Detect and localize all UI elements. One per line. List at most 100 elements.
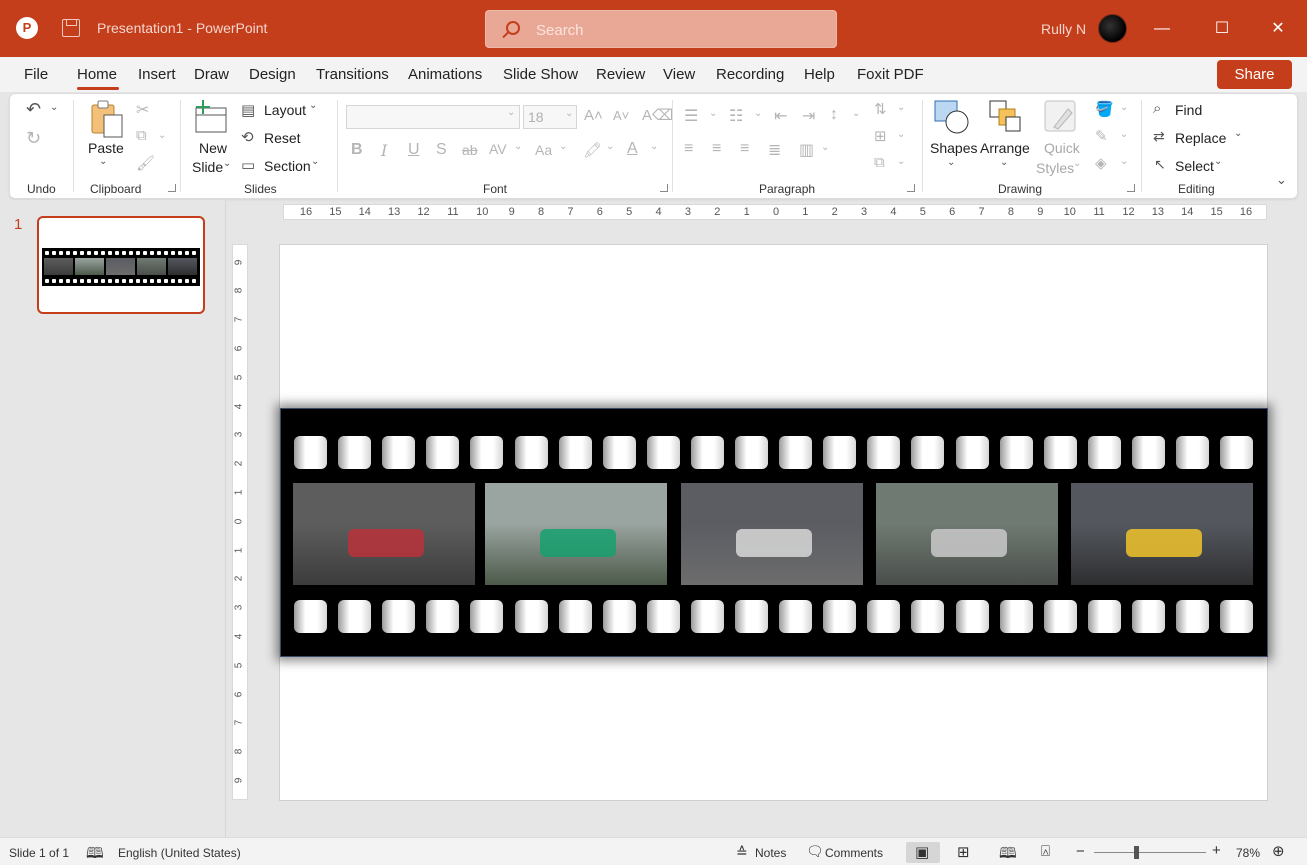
select-cursor-icon[interactable]: ↖ [1154,156,1166,173]
font-launcher-icon[interactable] [660,184,668,192]
select-dropdown-icon[interactable]: ⌄ [1214,156,1222,167]
character-spacing-icon[interactable]: AV [489,141,507,157]
user-name[interactable]: Rully N [1041,21,1086,37]
undo-dropdown-icon[interactable]: ⌄ [50,102,58,113]
shape-fill-dropdown-icon[interactable]: ⌄ [1120,102,1128,113]
copy-icon[interactable]: ⧉ [136,127,147,144]
undo-icon[interactable]: ↶ [26,99,41,120]
shape-fill-icon[interactable]: 🪣 [1095,100,1114,118]
section-icon[interactable]: ▭ [241,156,255,174]
align-text-icon[interactable]: ⊞ [874,127,887,145]
reset-icon[interactable]: ⟲ [241,128,254,146]
shape-effects-icon[interactable]: ◈ [1095,154,1107,172]
filmstrip-picture[interactable] [280,408,1268,657]
arrange-dropdown-icon[interactable]: ⌄ [1000,157,1008,168]
clear-formatting-icon[interactable]: A⌫ [642,106,673,124]
find-icon[interactable]: ⌕ [1153,100,1161,117]
search-input[interactable] [536,19,816,41]
layout-dropdown-icon[interactable]: ⌄ [309,100,317,111]
minimize-button[interactable]: — [1139,14,1185,44]
font-name-dropdown-icon[interactable]: ⌄ [507,107,515,118]
zoom-in-icon[interactable]: + [1212,842,1221,859]
collapse-ribbon-icon[interactable]: ⌄ [1276,172,1287,188]
layout-icon[interactable]: ▤ [241,101,255,119]
justify-icon[interactable]: ≣ [768,140,781,160]
shape-outline-dropdown-icon[interactable]: ⌄ [1120,129,1128,140]
section-button[interactable]: Section [264,158,311,174]
tab-design[interactable]: Design [249,66,296,83]
align-left-icon[interactable]: ≡ [684,140,693,158]
paragraph-launcher-icon[interactable] [907,184,915,192]
slide-thumbnail[interactable] [37,216,205,314]
section-dropdown-icon[interactable]: ⌄ [311,156,319,167]
replace-icon[interactable]: ⇄ [1153,128,1165,145]
select-button[interactable]: Select [1175,158,1214,174]
line-spacing-icon[interactable]: ↕ [830,106,838,124]
tab-insert[interactable]: Insert [138,66,176,83]
drawing-launcher-icon[interactable] [1127,184,1135,192]
fit-to-window-icon[interactable]: ⊕ [1272,842,1285,860]
tab-draw[interactable]: Draw [194,66,229,83]
columns-dropdown-icon[interactable]: ⌄ [821,142,829,153]
quick-styles-icon[interactable] [1042,99,1082,135]
font-size-select[interactable]: 18 ⌄ [523,105,577,129]
notes-button[interactable]: Notes [755,846,786,860]
tab-review[interactable]: Review [596,66,645,83]
zoom-level[interactable]: 78% [1236,846,1260,860]
font-size-dropdown-icon[interactable]: ⌄ [565,108,573,119]
save-icon[interactable] [62,19,80,37]
share-button[interactable]: Share [1217,60,1292,89]
bold-icon[interactable]: B [351,141,363,159]
comments-button[interactable]: Comments [825,846,883,860]
quick-styles-dropdown-icon[interactable]: ⌄ [1073,158,1081,169]
new-slide-dropdown-icon[interactable]: ⌄ [223,158,231,169]
align-text-dropdown-icon[interactable]: ⌄ [897,129,905,140]
bullets-icon[interactable]: ☰ [684,106,698,126]
tab-animations[interactable]: Animations [408,66,482,83]
reset-button[interactable]: Reset [264,130,301,146]
replace-button[interactable]: Replace [1175,130,1226,146]
strikethrough-icon[interactable]: ab [462,142,478,158]
increase-font-size-icon[interactable]: A˄ [584,107,603,124]
columns-icon[interactable]: ▥ [799,140,814,160]
text-direction-icon[interactable]: ⇅ [874,100,887,118]
tab-view[interactable]: View [663,66,695,83]
smartart-dropdown-icon[interactable]: ⌄ [897,156,905,167]
shapes-icon[interactable] [932,99,972,135]
numbering-icon[interactable]: ☷ [729,106,743,126]
line-spacing-dropdown-icon[interactable]: ⌄ [852,108,860,119]
replace-dropdown-icon[interactable]: ⌄ [1234,128,1242,139]
tab-home[interactable]: Home [77,66,117,83]
maximize-button[interactable]: ☐ [1199,14,1245,44]
shape-effects-dropdown-icon[interactable]: ⌄ [1120,156,1128,167]
character-spacing-dropdown-icon[interactable]: ⌄ [514,141,522,152]
shadow-icon[interactable]: S [436,141,447,159]
find-button[interactable]: Find [1175,102,1202,118]
avatar[interactable] [1098,14,1127,43]
tab-foxit-pdf[interactable]: Foxit PDF [857,66,924,83]
tab-slide-show[interactable]: Slide Show [503,66,578,83]
highlight-icon[interactable]: 🖍 [583,141,602,159]
shape-outline-icon[interactable]: ✎ [1095,127,1108,145]
change-case-icon[interactable]: Aa [535,142,552,158]
slide-sorter-button[interactable]: ⊞ [948,842,982,863]
paste-dropdown-icon[interactable]: ⌄ [99,156,107,167]
arrange-icon[interactable] [986,99,1026,135]
paste-icon[interactable] [88,99,126,139]
cut-icon[interactable]: ✂ [136,100,149,120]
tab-transitions[interactable]: Transitions [316,66,389,83]
numbering-dropdown-icon[interactable]: ⌄ [754,108,762,119]
accessibility-icon[interactable]: 🕮 [86,843,104,865]
notes-icon[interactable]: ≙ [736,844,748,861]
font-color-icon[interactable]: A [627,140,638,158]
decrease-font-size-icon[interactable]: A˅ [613,108,629,123]
close-button[interactable]: ✕ [1255,14,1301,44]
search-box[interactable] [485,10,837,48]
format-painter-icon[interactable]: 🖌 [136,154,155,172]
tab-file[interactable]: File [24,66,48,83]
reading-view-button[interactable]: 🕮 [990,842,1024,863]
tab-help[interactable]: Help [804,66,835,83]
increase-indent-icon[interactable]: ⇥ [802,106,815,126]
clipboard-launcher-icon[interactable] [168,184,176,192]
zoom-slider-thumb[interactable] [1134,846,1139,859]
